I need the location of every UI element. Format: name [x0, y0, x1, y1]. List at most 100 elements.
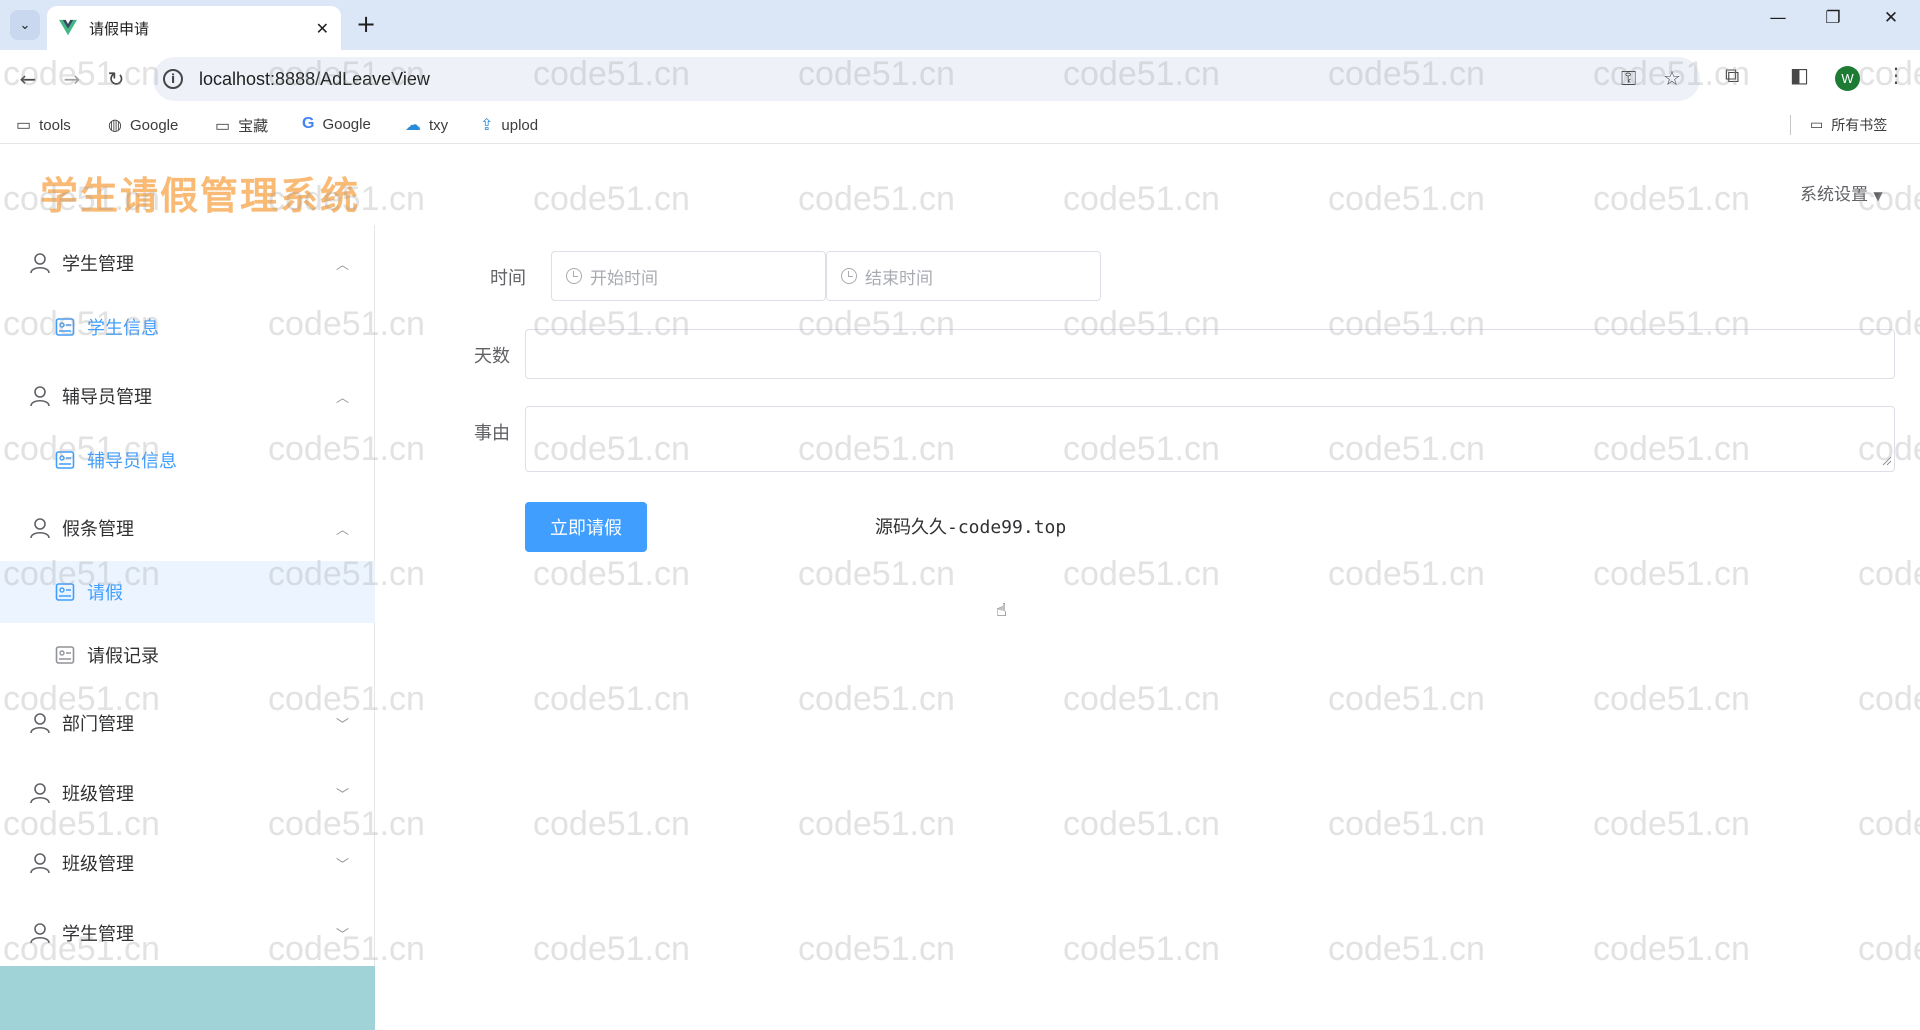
- user-icon: [30, 783, 50, 804]
- bookmarks-bar: ▭ tools ◍ Google ▭ 宝藏 G Google ☁ txy ⇪ uplod: [0, 108, 1920, 144]
- sidebar-item-leave-request[interactable]: 请假: [0, 561, 375, 623]
- user-icon: [30, 853, 50, 874]
- sidebar-footer-block: [0, 966, 375, 1030]
- reload-icon[interactable]: ↻: [100, 63, 132, 95]
- back-icon[interactable]: ←: [12, 63, 44, 95]
- bookmark-star-icon[interactable]: ☆: [1663, 66, 1681, 90]
- bookmark-label: Google: [322, 115, 371, 133]
- start-time-input[interactable]: 开始时间: [551, 251, 826, 301]
- cloud-icon: ☁: [405, 117, 421, 134]
- reason-label: 事由: [474, 423, 510, 444]
- watermark-text: code51.cn: [798, 555, 955, 593]
- group-label: 辅导员管理: [62, 387, 152, 408]
- sidebar-item-counselor-info[interactable]: 辅导员信息: [0, 429, 375, 491]
- watermark-text: code51.cn: [1858, 680, 1920, 718]
- watermark-text: code51.cn: [1063, 680, 1220, 718]
- globe-icon: ◍: [108, 117, 122, 134]
- side-panel-icon[interactable]: ◧: [1790, 63, 1809, 87]
- sidebar-group-class-2[interactable]: 班级管理 ﹀: [0, 830, 375, 896]
- bookmark-label: Google: [129, 116, 179, 134]
- watermark-text: code51.cn: [1328, 930, 1485, 968]
- more-menu-icon[interactable]: ⋮: [1886, 63, 1906, 87]
- item-label: 请假: [87, 583, 123, 604]
- resize-handle-icon[interactable]: [1882, 456, 1892, 466]
- sidebar-group-student-2[interactable]: 学生管理 ﹀: [0, 900, 375, 966]
- days-input[interactable]: [525, 329, 1895, 379]
- group-label: 班级管理: [62, 854, 134, 875]
- chevron-up-icon: ︿: [335, 522, 349, 538]
- sidebar-group-leave[interactable]: 假条管理 ︿: [0, 495, 375, 561]
- sidebar-group-class[interactable]: 班级管理 ﹀: [0, 760, 375, 826]
- chevron-down-icon: ⌄: [19, 17, 31, 33]
- start-time-placeholder: 开始时间: [590, 268, 658, 289]
- url-text: localhost:8888/AdLeaveView: [199, 68, 430, 89]
- bookmarks-separator: [1790, 115, 1791, 135]
- item-label: 学生信息: [87, 318, 159, 339]
- watermark-text: code51.cn: [1593, 805, 1750, 843]
- sidebar-group-counselor[interactable]: 辅导员管理 ︿: [0, 363, 375, 429]
- close-tab-icon[interactable]: ✕: [316, 19, 329, 38]
- extensions-icon[interactable]: ⧉: [1725, 63, 1739, 87]
- chevron-down-icon: ﹀: [335, 927, 349, 943]
- folder-icon: ▭: [16, 117, 32, 134]
- group-label: 部门管理: [62, 714, 134, 735]
- watermark-text: code51.cn: [1063, 555, 1220, 593]
- document-icon: [55, 451, 75, 469]
- bookmark-label: 宝藏: [238, 118, 269, 135]
- document-icon: [55, 318, 75, 336]
- watermark-text: code51.cn: [1858, 805, 1920, 843]
- minimize-icon[interactable]: —: [1755, 8, 1801, 28]
- sidebar-item-leave-records[interactable]: 请假记录: [0, 624, 375, 686]
- tab-search-button[interactable]: ⌄: [10, 10, 40, 40]
- profile-avatar[interactable]: W: [1835, 66, 1860, 91]
- bookmark-google[interactable]: ◍ Google: [108, 115, 178, 135]
- key-icon[interactable]: ⚿: [1621, 66, 1636, 90]
- group-label: 班级管理: [62, 784, 134, 805]
- bookmark-uplod[interactable]: ⇪ uplod: [480, 115, 538, 135]
- sidebar-menu: 学生管理 ︿ 学生信息 辅导员管理 ︿ 辅导员信息 假条管理 ︿ 请假 请假记录…: [0, 225, 375, 1030]
- reason-textarea[interactable]: [525, 406, 1895, 472]
- watermark-text: code51.cn: [798, 680, 955, 718]
- chevron-down-icon: ﹀: [335, 857, 349, 873]
- app-header: 学生请假管理系统 系统设置 ▼: [0, 145, 1920, 225]
- site-info-icon[interactable]: i: [163, 69, 183, 89]
- end-time-input[interactable]: 结束时间: [826, 251, 1101, 301]
- watermark-text: code51.cn: [533, 930, 690, 968]
- sidebar-group-student[interactable]: 学生管理 ︿: [0, 230, 375, 296]
- address-bar[interactable]: i localhost:8888/AdLeaveView ⚿ ☆: [153, 57, 1700, 101]
- chevron-up-icon: ︿: [335, 390, 349, 406]
- app-logo: 学生请假管理系统: [40, 174, 361, 218]
- folder-icon: ▭: [1810, 117, 1824, 133]
- time-label: 时间: [490, 268, 526, 289]
- bookmark-google-2[interactable]: G Google: [302, 115, 371, 133]
- submit-leave-button[interactable]: 立即请假: [525, 502, 647, 552]
- bookmark-baozang[interactable]: ▭ 宝藏: [215, 115, 268, 136]
- document-icon: [55, 646, 75, 664]
- sidebar-item-student-info[interactable]: 学生信息: [0, 296, 375, 358]
- watermark-text: code51.cn: [533, 680, 690, 718]
- hand-cursor-icon: ☝: [996, 600, 1007, 621]
- days-label: 天数: [474, 346, 510, 367]
- caret-down-icon: ▼: [1873, 189, 1883, 203]
- chevron-down-icon: ﹀: [335, 717, 349, 733]
- bookmark-label: txy: [429, 116, 449, 134]
- watermark-text: code51.cn: [1593, 555, 1750, 593]
- folder-icon: ▭: [215, 117, 231, 135]
- browser-tab[interactable]: 请假申请 ✕: [47, 6, 341, 50]
- sidebar-group-department[interactable]: 部门管理 ﹀: [0, 690, 375, 756]
- group-label: 学生管理: [62, 254, 134, 275]
- window-close-icon[interactable]: ✕: [1868, 8, 1914, 28]
- vue-favicon-icon: [59, 19, 77, 36]
- system-settings-dropdown[interactable]: 系统设置 ▼: [1800, 180, 1883, 205]
- clock-icon: [566, 268, 582, 284]
- watermark-text: code51.cn: [1858, 930, 1920, 968]
- restore-icon[interactable]: ❐: [1810, 8, 1856, 28]
- watermark-text: code51.cn: [533, 555, 690, 593]
- clock-icon: [841, 268, 857, 284]
- new-tab-button[interactable]: +: [352, 10, 380, 38]
- all-bookmarks[interactable]: ▭ 所有书签: [1810, 115, 1887, 135]
- item-label: 辅导员信息: [87, 451, 177, 472]
- bookmark-tools[interactable]: ▭ tools: [16, 115, 71, 135]
- bookmark-txy[interactable]: ☁ txy: [405, 115, 448, 135]
- forward-icon[interactable]: →: [56, 63, 88, 95]
